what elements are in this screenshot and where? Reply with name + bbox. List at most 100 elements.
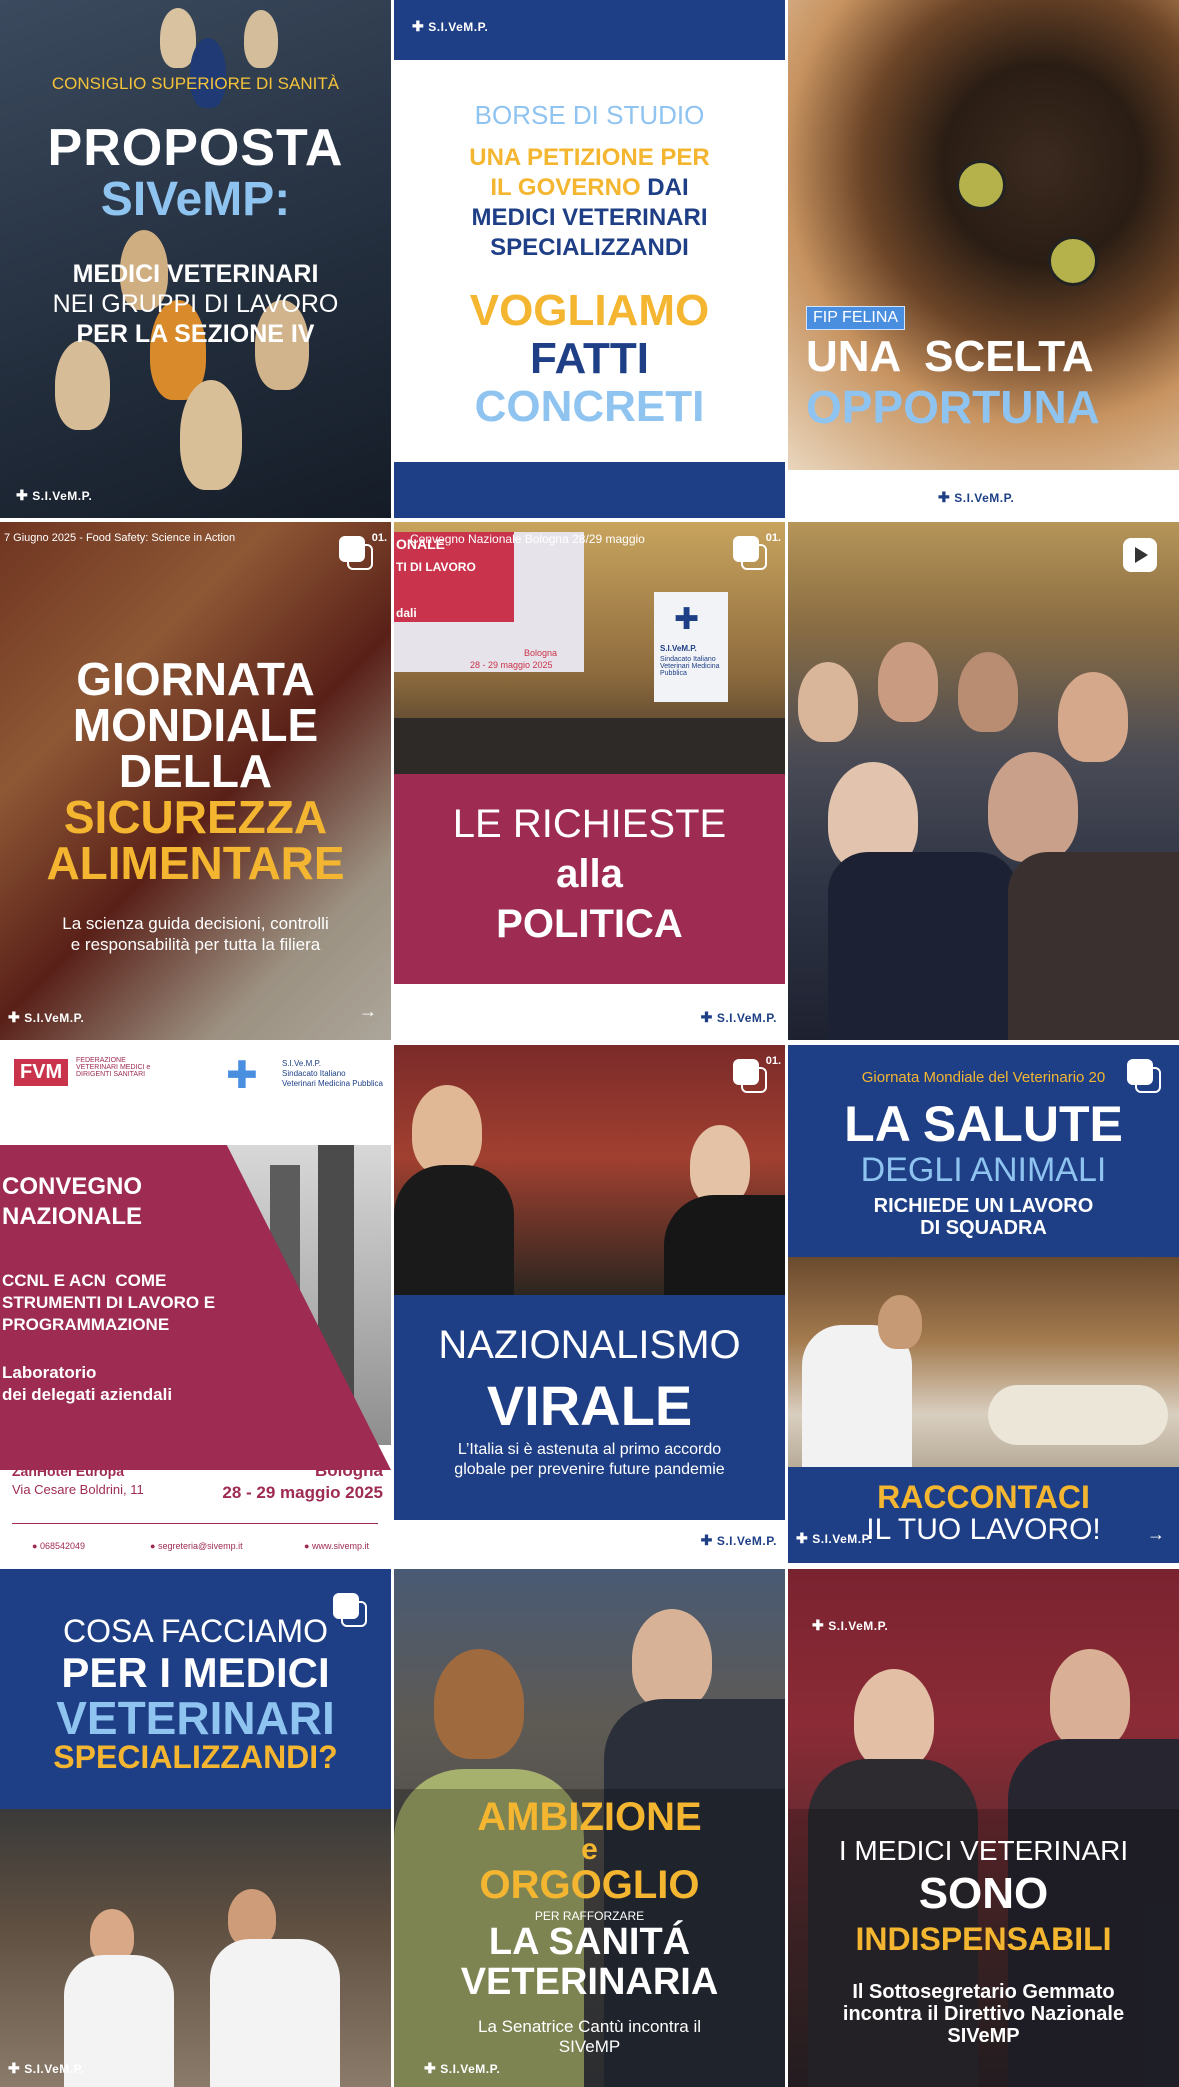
post-title: LA SALUTE bbox=[844, 1096, 1123, 1152]
post-text: IL GOVERNO DAI bbox=[490, 174, 689, 201]
post-specializzandi[interactable]: COSA FACCIAMO PER I MEDICI VETERINARI SP… bbox=[0, 1569, 391, 2087]
post-text: MEDICI VETERINARI bbox=[471, 204, 708, 231]
post-title: ALIMENTARE bbox=[46, 837, 345, 889]
cat-eye bbox=[1048, 236, 1098, 286]
phone-icon: ● bbox=[32, 1541, 38, 1551]
cross-logo-icon: ✚ bbox=[700, 1009, 713, 1025]
cross-logo-icon: ✚ bbox=[796, 1530, 809, 1546]
post-text: e responsabilità per tutta la filiera bbox=[70, 935, 321, 954]
cat-eye bbox=[956, 160, 1006, 210]
post-text: DI SQUADRA bbox=[920, 1217, 1047, 1239]
cross-logo-icon: ✚ bbox=[938, 489, 951, 505]
sivemp-logo: ✚ S.I.VeM.P. bbox=[412, 18, 489, 34]
post-title: UNA SCELTA bbox=[806, 332, 1094, 381]
post-title: FATTI bbox=[530, 334, 649, 383]
post-text: La scienza guida decisioni, controlli bbox=[62, 914, 329, 933]
post-kicker: Convegno Nazionale Bologna 28/29 maggio bbox=[410, 532, 645, 546]
post-title: INDISPENSABILI bbox=[855, 1921, 1112, 1957]
divider bbox=[12, 1523, 378, 1524]
wooden-figure bbox=[55, 340, 110, 430]
sivemp-logo: ✚ S.I.VeM.P. bbox=[812, 1617, 889, 1633]
post-ambizione-orgoglio[interactable]: AMBIZIONE e ORGOGLIO PER RAFFORZARE LA S… bbox=[394, 1569, 785, 2087]
post-kicker: 7 Giugno 2025 - Food Safety: Science in … bbox=[4, 532, 236, 544]
cross-logo-icon: ✚ bbox=[8, 1009, 21, 1025]
sivemp-logo: ✚ S.I.VeM.P. bbox=[700, 1009, 777, 1025]
audience-person bbox=[958, 652, 1018, 732]
post-title: I MEDICI VETERINARI bbox=[838, 1835, 1129, 1866]
cross-logo-icon: ✚ bbox=[412, 18, 425, 34]
sivemp-logo: ✚ S.I.VeM.P. bbox=[16, 487, 93, 503]
post-convegno-nazionale[interactable]: FVM FEDERAZIONE VETERINARI MEDICI e DIRI… bbox=[0, 1045, 391, 1563]
audience-person bbox=[1058, 672, 1128, 762]
post-title: ORGOGLIO bbox=[479, 1863, 700, 1907]
post-le-richieste[interactable]: ONALE TI DI LAVORO dali Bologna 28 - 29 … bbox=[394, 522, 785, 1040]
wooden-figure bbox=[190, 38, 226, 108]
post-kicker: Giornata Mondiale del Veterinario 20 bbox=[861, 1069, 1106, 1086]
reel-icon bbox=[1123, 538, 1157, 572]
fvm-subtitle: FEDERAZIONE VETERINARI MEDICI e DIRIGENT… bbox=[76, 1057, 151, 1078]
post-title: e bbox=[581, 1833, 598, 1866]
sivemp-logo: ✚ S.I.VeM.P. bbox=[8, 2060, 85, 2076]
footer-band bbox=[394, 462, 785, 518]
page-number: 01. bbox=[371, 532, 387, 544]
post-text: globale per prevenire future pandemie bbox=[454, 1461, 725, 1478]
post-title: VETERINARI bbox=[56, 1692, 335, 1744]
post-title: SPECIALIZZANDI? bbox=[53, 1739, 338, 1775]
person-body bbox=[664, 1195, 785, 1295]
arrow-right-icon: → bbox=[359, 1001, 377, 1021]
audience-person bbox=[878, 642, 938, 722]
post-fip-felina[interactable]: FIP FELINA UNA SCELTA OPPORTUNA ✚ S.I.VeM… bbox=[788, 0, 1179, 518]
address: Via Cesare Boldrini, 11 bbox=[12, 1482, 144, 1497]
wooden-figure bbox=[180, 380, 242, 490]
post-text: PER LA SEZIONE IV bbox=[76, 320, 315, 348]
post-title: VETERINARIA bbox=[460, 1961, 719, 2003]
post-indispensabili[interactable]: ✚ S.I.VeM.P. I MEDICI VETERINARI SONO IND… bbox=[788, 1569, 1179, 2087]
page-number: 01. bbox=[765, 532, 781, 544]
post-title: LA SANITÁ bbox=[488, 1921, 691, 1963]
post-borse-di-studio[interactable]: ✚ S.I.VeM.P. BORSE DI STUDIO UNA PETIZION… bbox=[394, 0, 785, 518]
siv-title: S.I.Ve.M.P. bbox=[282, 1059, 321, 1068]
post-text: L’Italia si è astenuta al primo accordo bbox=[457, 1441, 722, 1458]
fvm-logo: FVM bbox=[14, 1059, 69, 1086]
multi-image-icon bbox=[339, 536, 373, 570]
sivemp-logo: ✚ S.I.VeM.P. bbox=[424, 2060, 501, 2076]
audience-person bbox=[798, 662, 858, 742]
post-reel-audience[interactable] bbox=[788, 522, 1179, 1040]
post-title: CONVEGNO bbox=[2, 1173, 143, 1200]
sivemp-logo: ✚ S.I.VeM.P. bbox=[700, 1532, 777, 1548]
person-head bbox=[434, 1649, 524, 1759]
post-giornata-veterinario[interactable]: Giornata Mondiale del Veterinario 20 LA … bbox=[788, 1045, 1179, 1563]
person bbox=[412, 1085, 482, 1175]
post-text: SIVeMP bbox=[947, 2025, 1020, 2047]
wooden-figure bbox=[244, 10, 278, 68]
post-text: PROGRAMMAZIONE bbox=[2, 1315, 170, 1334]
web-icon: ● bbox=[304, 1541, 310, 1551]
venue: ZanHotel Europa bbox=[12, 1463, 125, 1479]
sheep bbox=[988, 1385, 1168, 1445]
post-text: NEI GRUPPI DI LAVORO bbox=[52, 290, 339, 318]
post-title: PER I MEDICI bbox=[61, 1649, 330, 1696]
post-text: La Senatrice Cantù incontra il bbox=[477, 2017, 702, 2036]
person-head bbox=[854, 1669, 934, 1769]
post-nazionalismo-virale[interactable]: 01. NAZIONALISMO VIRALE L’Italia si è as… bbox=[394, 1045, 785, 1563]
post-title: OPPORTUNA bbox=[806, 381, 1100, 433]
person-body bbox=[394, 1165, 514, 1295]
banner: ONALE TI DI LAVORO dali Bologna 28 - 29 … bbox=[394, 532, 584, 672]
arrow-right-icon: → bbox=[1147, 1524, 1165, 1544]
post-title: PROPOSTA bbox=[47, 119, 344, 177]
audience-body bbox=[1008, 852, 1179, 1040]
post-title: alla bbox=[556, 852, 623, 896]
post-sicurezza-alimentare[interactable]: 7 Giugno 2025 - Food Safety: Science in … bbox=[0, 522, 391, 1040]
vet-figure bbox=[210, 1939, 340, 2087]
sivemp-logo: ✚ S.I.VeM.P. bbox=[8, 1009, 85, 1025]
audience-person bbox=[988, 752, 1078, 862]
post-title: VOGLIAMO bbox=[469, 286, 710, 335]
post-title: NAZIONALE bbox=[2, 1203, 142, 1230]
table bbox=[394, 718, 785, 774]
dates: 28 - 29 maggio 2025 bbox=[222, 1483, 383, 1502]
vet-head bbox=[878, 1295, 922, 1349]
person-head bbox=[632, 1609, 712, 1709]
audience-body bbox=[828, 852, 1018, 1040]
post-proposta-sivemp[interactable]: CONSIGLIO SUPERIORE DI SANITÀ PROPOSTA S… bbox=[0, 0, 391, 518]
post-kicker: CONSIGLIO SUPERIORE DI SANITÀ bbox=[51, 74, 340, 93]
